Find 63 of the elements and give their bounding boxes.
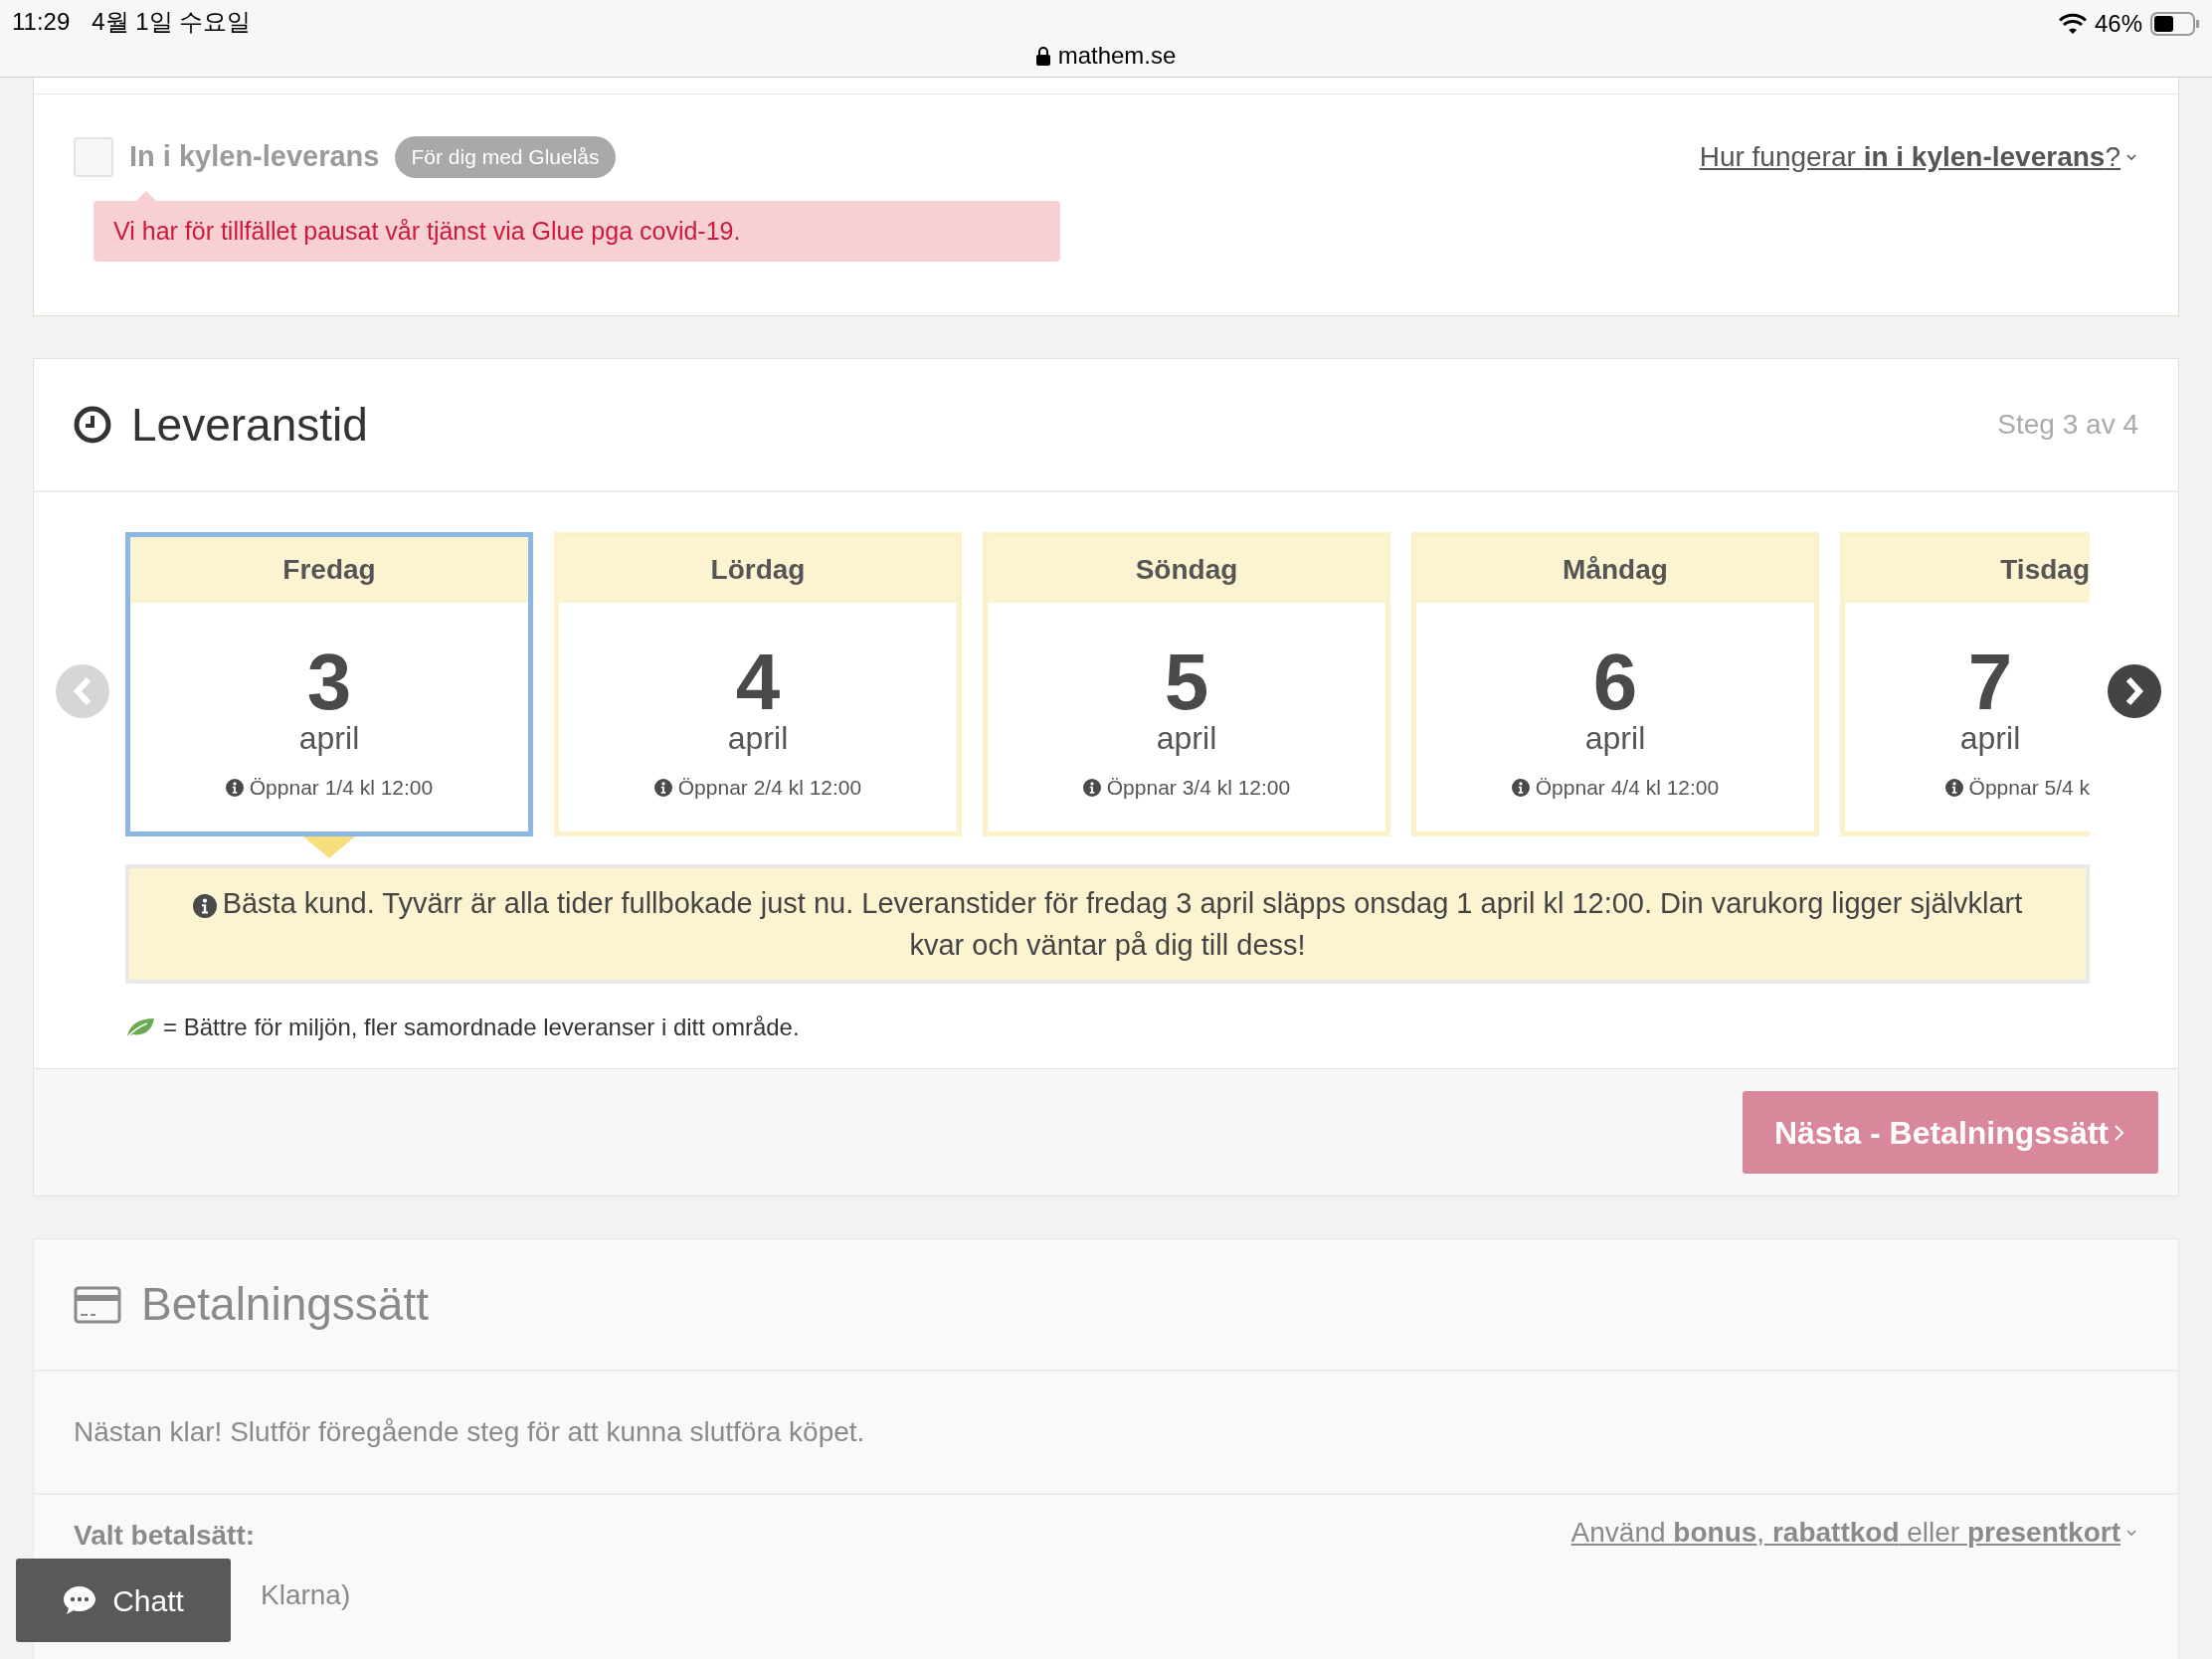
day-number: 4: [735, 646, 781, 718]
chevron-right-icon: [2123, 676, 2145, 706]
section-title: Betalningssätt: [141, 1277, 429, 1332]
help-link[interactable]: Hur fungerar in i kylen-leverans?: [1699, 135, 2138, 178]
section-title: Leveranstid: [131, 397, 368, 453]
opening-time: Öppnar 5/4 k: [1968, 775, 2090, 801]
battery-text: 46%: [2094, 9, 2142, 39]
info-icon: [1082, 778, 1101, 797]
notice-text: Bästa kund. Tyvärr är alla tider fullbokade just nu. Leveranstider för fredag 3 april släpps onsdag 1 april kl 12:00. Din varukorg ligger självklart kvar och väntar på dig till dess!: [222, 887, 2023, 962]
checkbox[interactable]: [74, 136, 113, 177]
day-card[interactable]: Fredag 3 april Öppnar 1/4 kl 12:00: [125, 532, 533, 836]
day-number: 3: [306, 646, 352, 718]
weekday-label: Måndag: [1416, 537, 1814, 603]
weekday-label: Lördag: [559, 537, 957, 603]
info-icon: [192, 893, 217, 918]
day-number: 7: [1967, 646, 2013, 718]
next-arrow-button[interactable]: [2108, 664, 2161, 718]
payment-value: Klarna): [261, 1578, 351, 1612]
leaf-icon: [125, 1016, 155, 1039]
legend-text: = Bättre för miljön, fler samordnade leveranser i ditt område.: [163, 1013, 800, 1043]
day-card[interactable]: Måndag 6 april Öppnar 4/4 kl 12:00: [1411, 532, 1819, 836]
day-number: 5: [1164, 646, 1209, 718]
weekday-label: Tisdag: [1845, 537, 2090, 603]
opening-time: Öppnar 4/4 kl 12:00: [1535, 775, 1720, 801]
chat-bubble-icon: [63, 1585, 97, 1615]
day-card[interactable]: Söndag 5 april Öppnar 3/4 kl 12:00: [983, 532, 1390, 836]
payment-label: Valt betalsätt:: [74, 1519, 256, 1553]
wifi-icon: [2058, 13, 2087, 35]
month-label: april: [727, 719, 789, 758]
clock-text: 11:29: [12, 7, 71, 37]
date-text: 4월 1일 수요일: [92, 7, 252, 37]
info-icon: [653, 778, 672, 797]
opening-time: Öppnar 3/4 kl 12:00: [1106, 775, 1291, 801]
option-label: In i kylen-leverans: [129, 139, 380, 174]
weekday-label: Söndag: [988, 537, 1385, 603]
tag: För dig med Gluelås: [395, 136, 616, 178]
chevron-left-icon: [72, 676, 93, 706]
info-message: Nästan klar! Slutför föregående steg för att kunna slutföra köpet.: [74, 1415, 865, 1449]
info-icon: [1511, 778, 1530, 797]
chevron-right-icon: [2113, 1122, 2126, 1143]
pointer-icon: [303, 836, 355, 858]
info-icon: [1944, 778, 1963, 797]
day-number: 6: [1592, 646, 1638, 718]
chat-button[interactable]: Chatt: [16, 1559, 231, 1642]
info-icon: [225, 778, 244, 797]
month-label: april: [1584, 719, 1646, 758]
battery-icon: [2150, 12, 2200, 36]
weekday-label: Fredag: [130, 537, 528, 603]
lock-icon: [1035, 46, 1050, 66]
pointer-icon: [135, 190, 157, 202]
previous-arrow-button[interactable]: [56, 664, 109, 718]
clock-icon: [74, 406, 111, 444]
opening-time: Öppnar 2/4 kl 12:00: [677, 775, 862, 801]
step-indicator: Steg 3 av 4: [1997, 408, 2138, 442]
month-label: april: [298, 719, 360, 758]
month-label: april: [1156, 719, 1217, 758]
url-text: mathem.se: [1057, 41, 1177, 71]
day-card[interactable]: Tisdag 7 april Öppnar 5/4 k: [1840, 532, 2090, 836]
opening-time: Öppnar 1/4 kl 12:00: [249, 775, 434, 801]
credit-card-icon: [74, 1285, 121, 1324]
alert-message: Vi har för tillfället pausat vår tjänst via Glue pga covid-19.: [93, 200, 1060, 262]
month-label: april: [1959, 719, 2021, 758]
day-card[interactable]: Lördag 4 april Öppnar 2/4 kl 12:00: [554, 532, 962, 836]
